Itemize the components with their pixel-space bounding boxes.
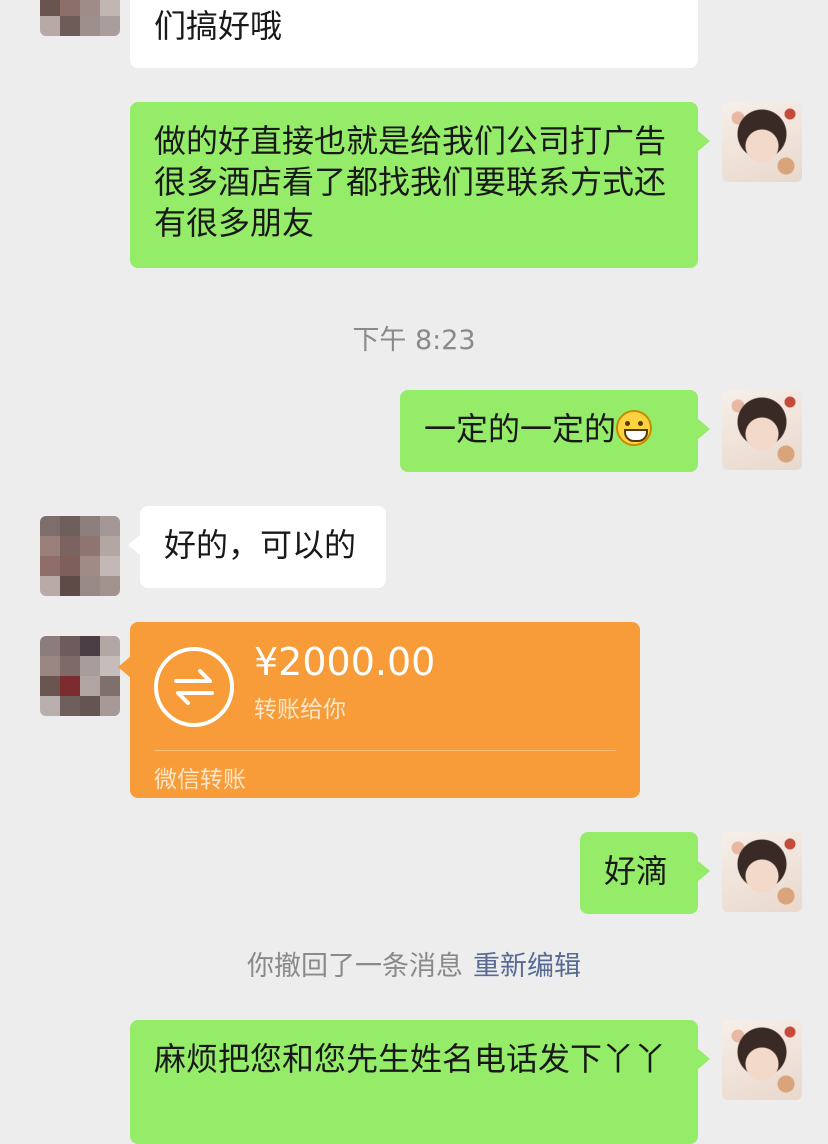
contact-avatar[interactable] — [40, 516, 120, 596]
self-avatar[interactable] — [722, 102, 802, 182]
message-bubble-sent[interactable]: 做的好直接也就是给我们公司打广告 很多酒店看了都找我们要联系方式还有很多朋友 — [130, 102, 710, 268]
re-edit-link[interactable]: 重新编辑 — [473, 951, 581, 982]
message-bubble-received[interactable]: 们搞好哦 — [130, 0, 698, 68]
message-bubble-sent[interactable]: 好滴 — [580, 832, 710, 914]
self-avatar[interactable] — [722, 1020, 802, 1100]
recall-text: 你撤回了一条消息 — [247, 951, 463, 982]
message-text: 们搞好哦 — [154, 7, 283, 45]
message-text: 好的，可以的 — [164, 526, 357, 564]
transfer-arrows-icon — [154, 647, 234, 727]
message-text: 好滴 — [604, 852, 669, 890]
message-text: 一定的一定的 — [424, 410, 617, 448]
self-avatar[interactable] — [722, 390, 802, 470]
self-avatar[interactable] — [722, 832, 802, 912]
message-text: 做的好直接也就是给我们公司打广告 很多酒店看了都找我们要联系方式还有很多朋友 — [154, 122, 667, 242]
transfer-amount: ¥2000.00 — [254, 640, 436, 684]
message-bubble-sent[interactable]: 麻烦把您和您先生姓名电话发下丫丫 — [130, 1020, 710, 1144]
transfer-divider — [154, 750, 616, 751]
grin-emoji-icon — [616, 410, 653, 446]
message-bubble-sent[interactable]: 一定的一定的 — [400, 390, 710, 472]
message-bubble-received[interactable]: 好的，可以的 — [128, 506, 386, 588]
message-text: 麻烦把您和您先生姓名电话发下丫丫 — [154, 1040, 667, 1078]
timestamp: 下午 8:23 — [352, 325, 476, 356]
transfer-footer: 微信转账 — [154, 767, 246, 793]
transfer-subtitle: 转账给你 — [254, 697, 346, 723]
transfer-card[interactable]: ¥2000.00 转账给你 微信转账 — [118, 622, 640, 798]
contact-avatar[interactable] — [40, 636, 120, 716]
recall-notice: 你撤回了一条消息 重新编辑 — [0, 944, 828, 983]
contact-avatar[interactable] — [40, 0, 120, 36]
